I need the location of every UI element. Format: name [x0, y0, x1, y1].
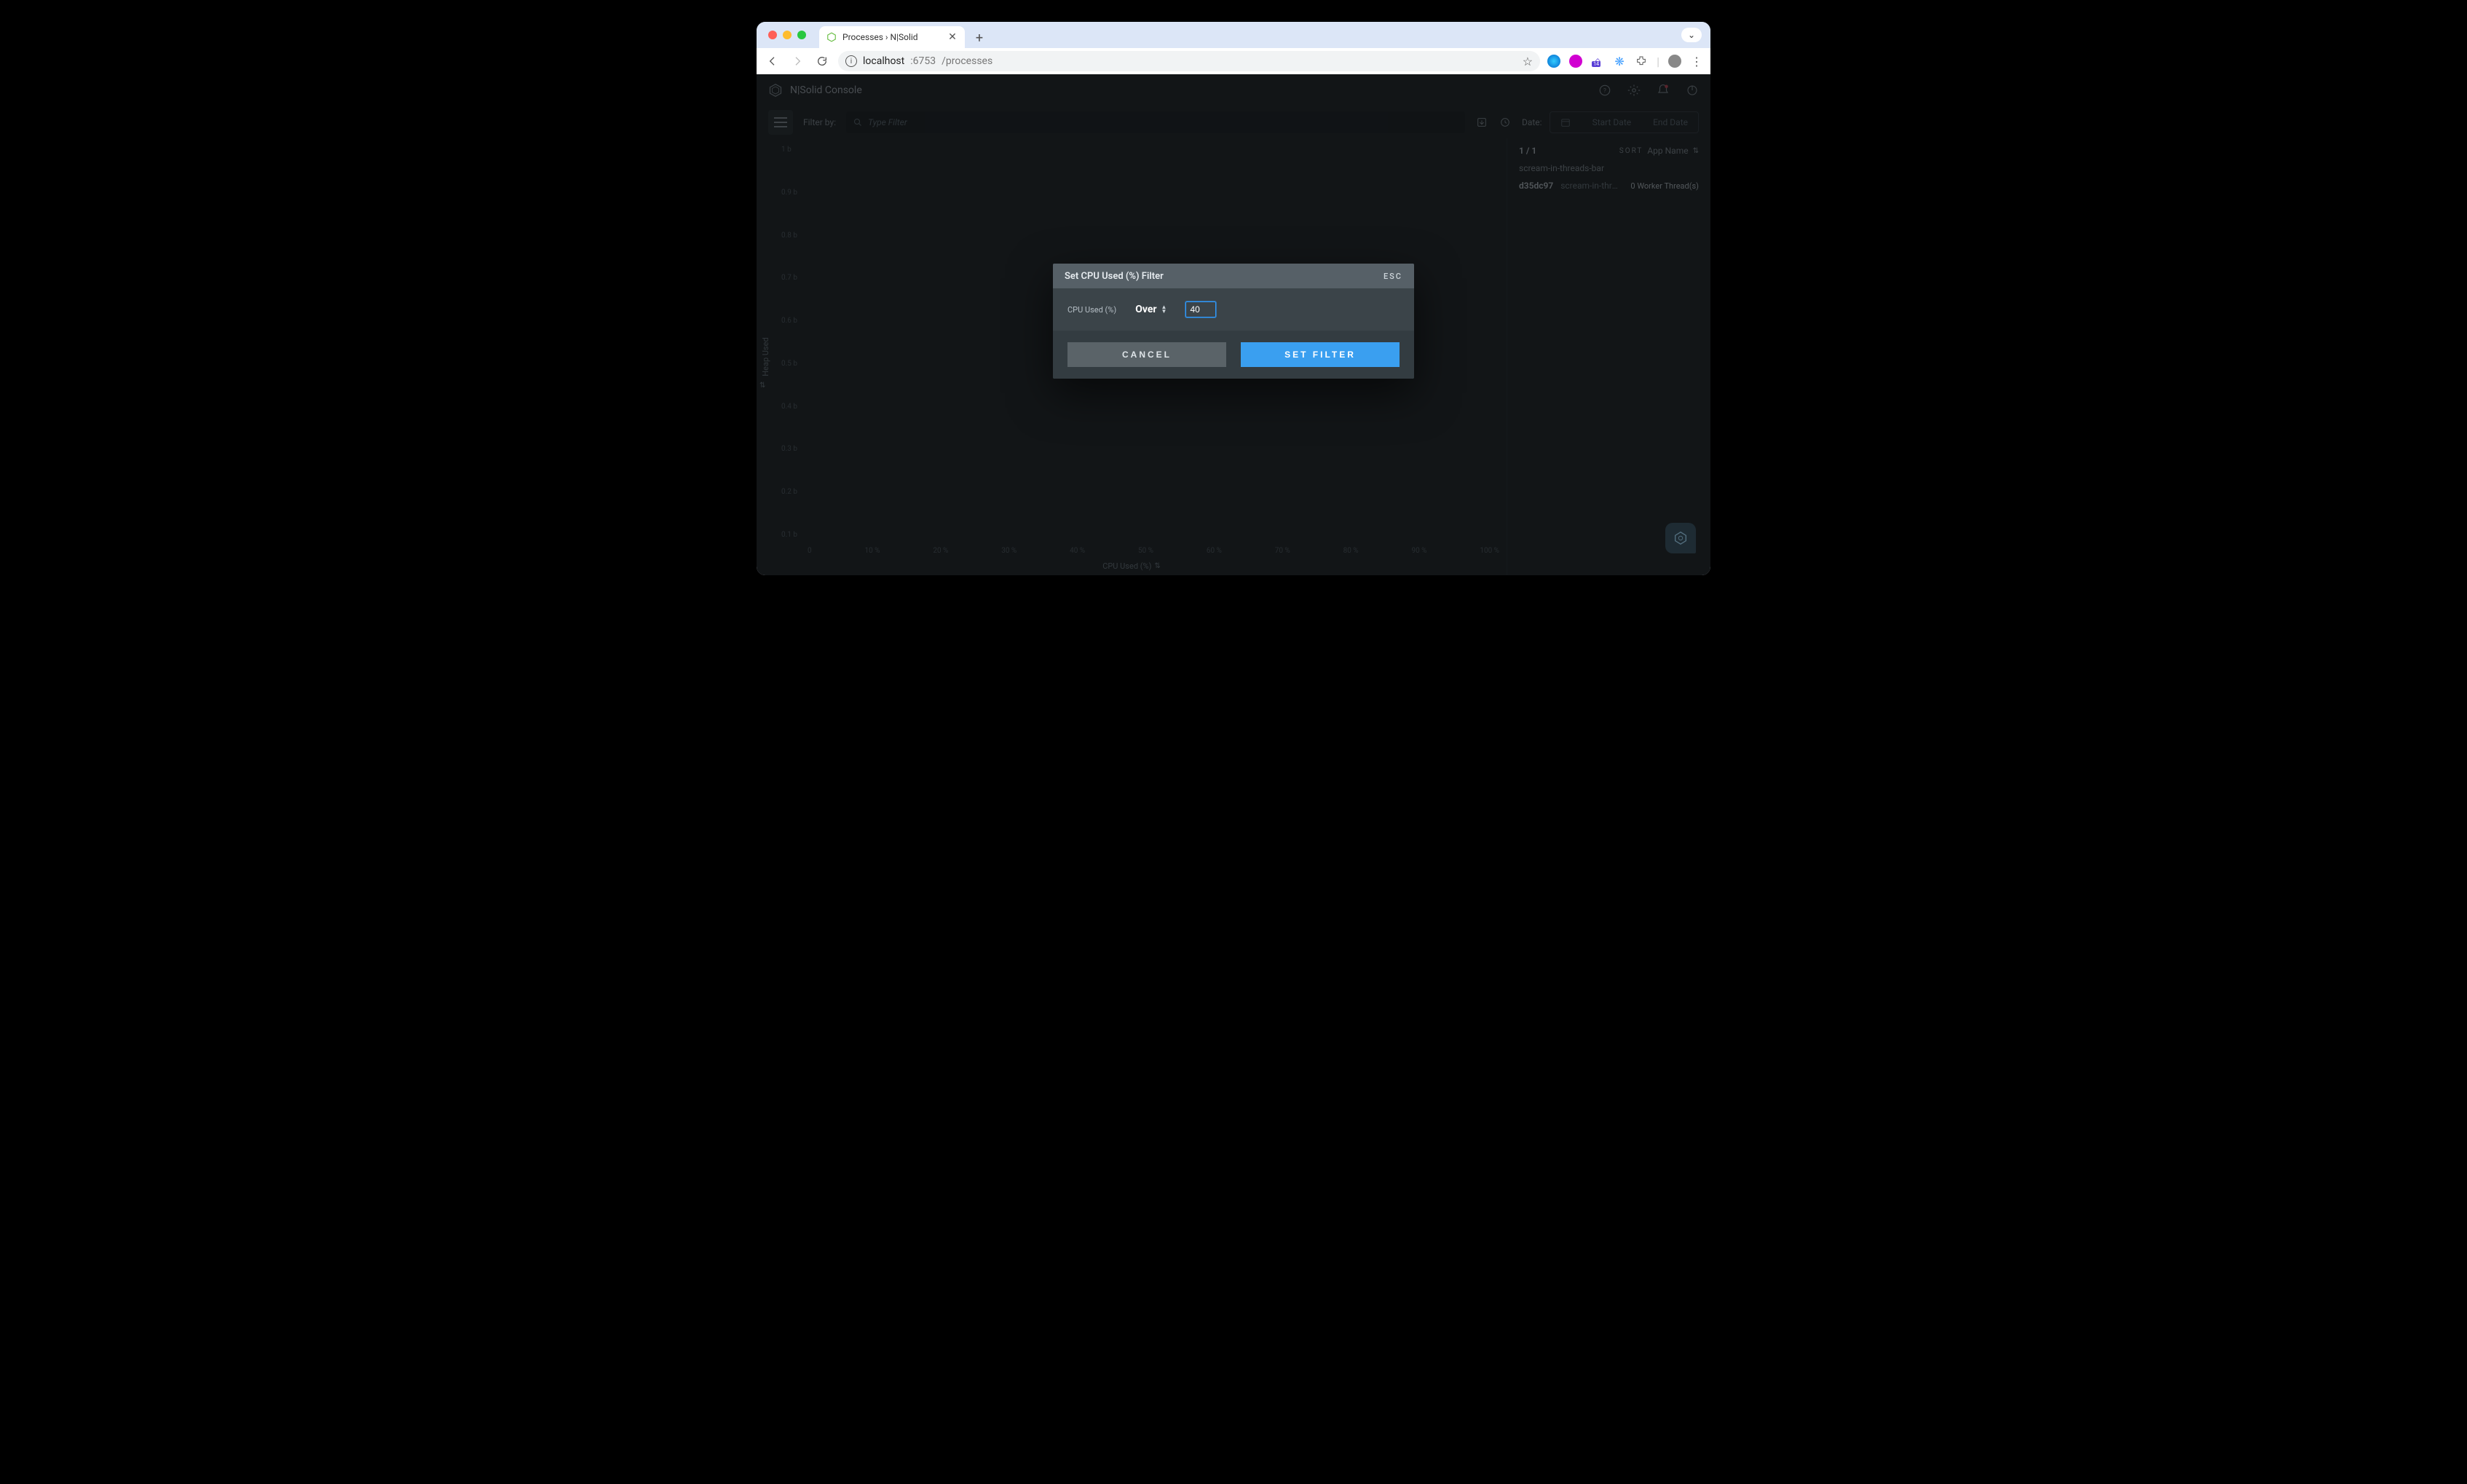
- cpu-used-label: CPU Used (%): [1067, 305, 1116, 315]
- tab-title: Processes › N|Solid: [842, 32, 942, 42]
- browser-menu-icon[interactable]: ⋮: [1690, 55, 1703, 68]
- extension-icons: ⌂14 ❋ | ⋮: [1547, 55, 1703, 68]
- extension-icon[interactable]: ⌂14: [1591, 55, 1604, 68]
- tabs-dropdown-button[interactable]: ⌄: [1681, 28, 1702, 42]
- url-input[interactable]: i localhost :6753/processes ☆: [838, 51, 1540, 71]
- tab-favicon-icon: [826, 32, 837, 42]
- cpu-filter-modal: Set CPU Used (%) Filter ESC CPU Used (%)…: [1053, 264, 1414, 379]
- new-tab-button[interactable]: +: [969, 28, 990, 48]
- hexagon-chat-icon: [1673, 530, 1689, 546]
- tab-bar: Processes › N|Solid ✕ + ⌄: [757, 22, 1710, 48]
- window-maximize-button[interactable]: [797, 31, 806, 39]
- set-filter-button[interactable]: SET FILTER: [1241, 342, 1400, 367]
- window-minimize-button[interactable]: [783, 31, 792, 39]
- window-controls: [764, 22, 812, 48]
- modal-overlay: Set CPU Used (%) Filter ESC CPU Used (%)…: [757, 74, 1710, 575]
- cancel-button[interactable]: CANCEL: [1067, 342, 1226, 367]
- browser-window: Processes › N|Solid ✕ + ⌄ i localhost :67…: [757, 22, 1710, 575]
- extension-icon[interactable]: ❋: [1613, 55, 1626, 68]
- url-port: :6753: [910, 55, 936, 67]
- chevron-down-icon: ⌄: [1688, 30, 1695, 40]
- address-bar: i localhost :6753/processes ☆ ⌂14 ❋ | ⋮: [757, 48, 1710, 74]
- modal-body: CPU Used (%) Over ▲▼: [1053, 288, 1414, 331]
- extension-icon[interactable]: [1569, 55, 1582, 68]
- tab-close-icon[interactable]: ✕: [947, 32, 958, 42]
- tabbar-right: ⌄: [990, 22, 1710, 48]
- operator-selector[interactable]: Over ▲▼: [1135, 304, 1167, 315]
- modal-actions: CANCEL SET FILTER: [1053, 331, 1414, 379]
- modal-esc-hint[interactable]: ESC: [1384, 272, 1402, 281]
- nav-reload-button[interactable]: [813, 52, 831, 70]
- support-chat-button[interactable]: [1665, 523, 1696, 553]
- browser-tab[interactable]: Processes › N|Solid ✕: [819, 26, 965, 48]
- operator-stepper-icon: ▲▼: [1161, 305, 1167, 314]
- modal-header: Set CPU Used (%) Filter ESC: [1053, 264, 1414, 288]
- operator-value: Over: [1135, 304, 1156, 315]
- extension-icon[interactable]: [1547, 55, 1560, 68]
- extensions-menu-icon[interactable]: [1635, 55, 1648, 68]
- nav-forward-button[interactable]: [789, 52, 806, 70]
- url-path: /processes: [942, 55, 992, 67]
- cpu-threshold-input[interactable]: [1185, 301, 1216, 317]
- nav-back-button[interactable]: [764, 52, 781, 70]
- modal-title: Set CPU Used (%) Filter: [1065, 271, 1164, 282]
- site-info-icon[interactable]: i: [845, 55, 857, 67]
- app-viewport: N|Solid Console ? Filter by: Type Filter: [757, 74, 1710, 575]
- url-host: localhost: [863, 55, 904, 67]
- profile-avatar-icon[interactable]: [1668, 55, 1681, 68]
- window-close-button[interactable]: [768, 31, 777, 39]
- bookmark-star-icon[interactable]: ☆: [1523, 55, 1533, 68]
